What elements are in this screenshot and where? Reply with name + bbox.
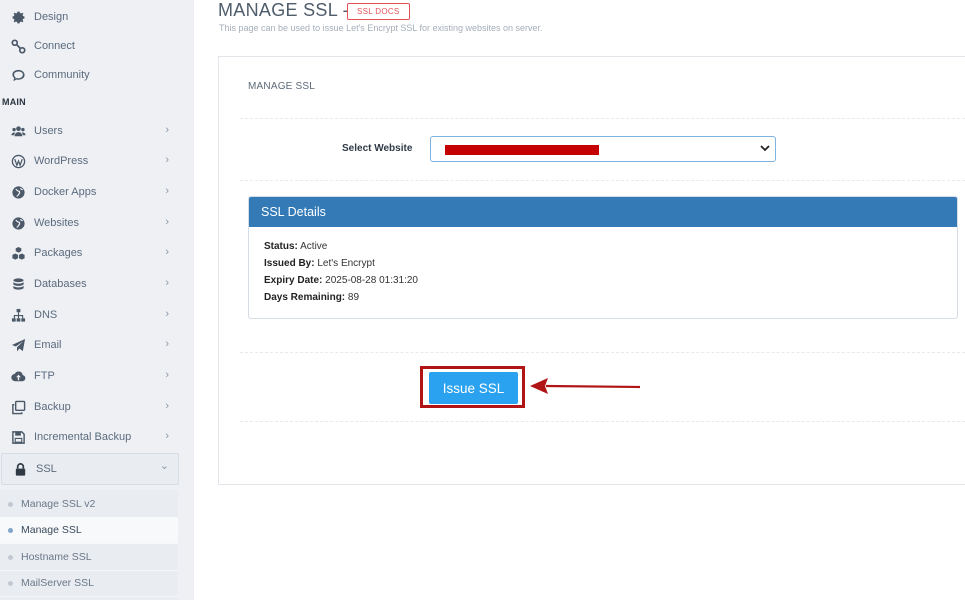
sidebar-item-design[interactable]: Design <box>0 2 178 32</box>
chat-icon <box>9 66 27 84</box>
globe-icon <box>9 183 27 201</box>
lock-icon <box>11 460 29 478</box>
sitemap-icon <box>9 306 27 324</box>
bullet-icon <box>8 580 13 586</box>
save-icon <box>9 428 27 446</box>
chevron-right-icon: › <box>165 277 169 289</box>
issue-ssl-button[interactable]: Issue SSL <box>429 372 518 404</box>
sidebar-item-community[interactable]: Community <box>0 60 178 90</box>
issuer-value: Let's Encrypt <box>317 258 375 269</box>
users-icon <box>9 122 27 140</box>
submenu-item-label: MailServer SSL <box>21 577 94 589</box>
sidebar: Design Connect Community MAIN Users › Wo… <box>0 0 194 600</box>
chevron-right-icon: › <box>165 338 169 350</box>
ssl-details-title: SSL Details <box>249 197 957 227</box>
chevron-right-icon: › <box>165 246 169 258</box>
submenu-item-manage-ssl-v2[interactable]: Manage SSL v2 <box>0 491 178 518</box>
redacted-website-value <box>445 145 599 155</box>
paper-plane-icon <box>9 336 27 354</box>
chevron-down-icon <box>760 145 770 152</box>
sidebar-item-label: Backup <box>34 401 71 413</box>
website-select[interactable] <box>430 136 776 162</box>
submenu-item-manage-ssl[interactable]: Manage SSL <box>0 517 178 544</box>
wordpress-icon <box>9 152 27 170</box>
sidebar-item-label: Incremental Backup <box>34 431 132 443</box>
bullet-icon <box>8 501 13 507</box>
divider <box>240 118 965 119</box>
sidebar-item-label: Websites <box>34 217 80 229</box>
divider <box>240 421 965 422</box>
sidebar-item-backup[interactable]: Backup › <box>0 392 178 422</box>
sidebar-item-websites[interactable]: Websites › <box>0 208 178 238</box>
status-label: Status: <box>264 241 298 252</box>
submenu-item-mailserver-ssl[interactable]: MailServer SSL <box>0 570 178 597</box>
page-subtitle: This page can be used to issue Let's Enc… <box>219 23 543 33</box>
card-heading: MANAGE SSL <box>248 81 316 92</box>
sidebar-item-databases[interactable]: Databases › <box>0 269 178 299</box>
ssl-submenu: Manage SSL v2 Manage SSL Hostname SSL Ma… <box>0 490 178 600</box>
issuer-label: Issued By: <box>264 258 315 269</box>
sidebar-item-label: FTP <box>34 370 55 382</box>
chevron-right-icon: › <box>165 308 169 320</box>
ssl-issuer-row: Issued By: Let's Encrypt <box>264 258 375 269</box>
chevron-right-icon: › <box>165 430 169 442</box>
days-label: Days Remaining: <box>264 292 346 303</box>
sidebar-item-label: Docker Apps <box>34 186 97 198</box>
database-icon <box>9 275 27 293</box>
link-icon <box>9 37 27 55</box>
expiry-label: Expiry Date: <box>264 275 323 286</box>
chevron-right-icon: › <box>165 369 169 381</box>
cloud-upload-icon <box>9 367 27 385</box>
sidebar-item-label: Connect <box>34 40 75 52</box>
sidebar-item-label: Databases <box>34 278 87 290</box>
arrow-annotation-icon <box>530 378 641 394</box>
sidebar-item-label: Email <box>34 339 62 351</box>
globe-icon <box>9 214 27 232</box>
submenu-item-hostname-ssl[interactable]: Hostname SSL <box>0 544 178 571</box>
expiry-value: 2025-08-28 01:31:20 <box>325 275 418 286</box>
sidebar-item-users[interactable]: Users › <box>0 116 178 146</box>
sidebar-item-ssl[interactable]: SSL ⌄ <box>1 453 179 485</box>
divider <box>240 352 965 353</box>
sidebar-item-packages[interactable]: Packages › <box>0 238 178 268</box>
sidebar-item-incremental-backup[interactable]: Incremental Backup › <box>0 422 178 452</box>
chevron-right-icon: › <box>165 216 169 228</box>
submenu-item-label: Manage SSL <box>21 524 82 536</box>
bullet-icon <box>8 527 13 533</box>
select-website-label: Select Website <box>342 143 413 154</box>
divider <box>240 180 965 181</box>
sidebar-item-label: Design <box>34 11 69 23</box>
section-label-main: MAIN <box>2 97 26 107</box>
ssl-days-row: Days Remaining: 89 <box>264 292 359 303</box>
sidebar-item-wordpress[interactable]: WordPress › <box>0 146 178 176</box>
chevron-right-icon: › <box>165 154 169 166</box>
cubes-icon <box>9 244 27 262</box>
sidebar-item-ftp[interactable]: FTP › <box>0 361 178 391</box>
ssl-status-row: Status: Active <box>264 241 327 252</box>
clone-icon <box>9 398 27 416</box>
ssl-docs-link[interactable]: SSL DOCS <box>347 3 410 20</box>
sidebar-item-email[interactable]: Email › <box>0 330 178 360</box>
days-value: 89 <box>347 292 360 303</box>
submenu-item-label: Hostname SSL <box>21 551 92 563</box>
chevron-down-icon: ⌄ <box>159 460 169 472</box>
chevron-right-icon: › <box>165 185 169 197</box>
status-value: Active <box>300 241 328 252</box>
sidebar-item-label: WordPress <box>34 155 89 167</box>
bullet-icon <box>8 554 13 560</box>
chevron-right-icon: › <box>165 124 169 136</box>
page-title: MANAGE SSL - <box>218 0 349 20</box>
sidebar-item-docker-apps[interactable]: Docker Apps › <box>0 177 178 207</box>
sidebar-item-label: Community <box>34 69 90 81</box>
submenu-item-label: Manage SSL v2 <box>21 498 96 510</box>
sidebar-item-label: Users <box>34 125 63 137</box>
gear-icon <box>9 8 27 26</box>
chevron-right-icon: › <box>165 400 169 412</box>
sidebar-item-label: DNS <box>34 309 58 321</box>
sidebar-item-label: Packages <box>34 247 83 259</box>
sidebar-item-label: SSL <box>36 463 57 475</box>
sidebar-item-connect[interactable]: Connect <box>0 31 178 61</box>
ssl-expiry-row: Expiry Date: 2025-08-28 01:31:20 <box>264 275 418 286</box>
sidebar-item-dns[interactable]: DNS › <box>0 300 178 330</box>
